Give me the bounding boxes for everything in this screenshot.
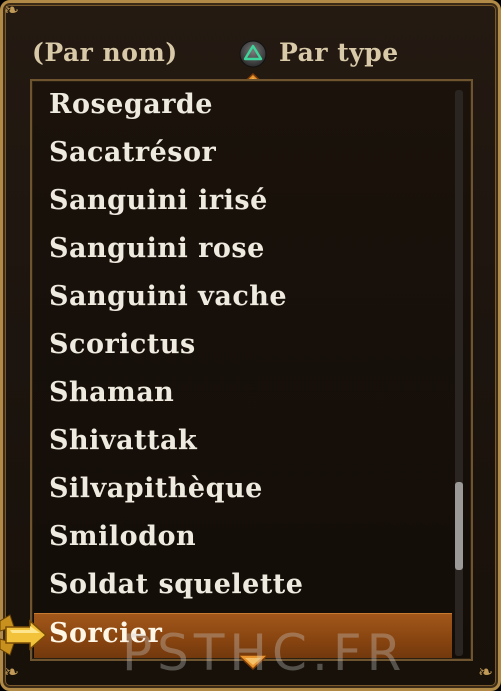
- list-item[interactable]: Sacatrésor: [34, 133, 452, 181]
- selection-cursor-icon: [0, 614, 48, 656]
- list-item[interactable]: Soldat squelette: [34, 565, 452, 613]
- corner-ornament-icon: ❧: [478, 662, 494, 683]
- list-item[interactable]: Sanguini rose: [34, 229, 452, 277]
- scrollbar-track[interactable]: [455, 90, 463, 656]
- list-item-label: Silvapithèque: [49, 473, 263, 504]
- scrollbar-thumb[interactable]: [455, 482, 463, 570]
- list-item[interactable]: Rosegarde: [34, 85, 452, 133]
- sort-by-name-label[interactable]: (Par nom): [32, 38, 178, 67]
- list-item-label: Sacatrésor: [49, 137, 217, 168]
- list-item[interactable]: Shaman: [34, 373, 452, 421]
- scroll-down-arrow-icon[interactable]: [236, 653, 270, 671]
- list-item-label: Sorcier: [49, 618, 163, 649]
- list-item[interactable]: Scorictus: [34, 325, 452, 373]
- list-item[interactable]: Smilodon: [34, 517, 452, 565]
- list-item[interactable]: Sanguini irisé: [34, 181, 452, 229]
- list-item-label: Soldat squelette: [49, 569, 304, 600]
- list-item-label: Sanguini irisé: [49, 185, 268, 216]
- list-item-label: Shaman: [49, 377, 175, 408]
- triangle-button-icon[interactable]: [239, 40, 267, 68]
- list-item[interactable]: Silvapithèque: [34, 469, 452, 517]
- list-item[interactable]: Sanguini vache: [34, 277, 452, 325]
- list-item-label: Sanguini rose: [49, 233, 265, 264]
- list-item[interactable]: Shivattak: [34, 421, 452, 469]
- list-item-label: Sanguini vache: [49, 281, 288, 312]
- list-item-label: Scorictus: [49, 329, 196, 360]
- sort-by-type-label[interactable]: Par type: [279, 38, 399, 67]
- list-item-label: Smilodon: [49, 521, 197, 552]
- list-item[interactable]: Sorcier: [34, 613, 452, 658]
- list-item-label: Rosegarde: [49, 89, 213, 120]
- monster-list[interactable]: Rosegarde Sacatrésor Sanguini irisé Sanguin…: [34, 85, 452, 658]
- corner-ornament-icon: ❧: [4, 0, 20, 21]
- list-item-label: Shivattak: [49, 425, 198, 456]
- corner-ornament-icon: ❧: [4, 662, 20, 683]
